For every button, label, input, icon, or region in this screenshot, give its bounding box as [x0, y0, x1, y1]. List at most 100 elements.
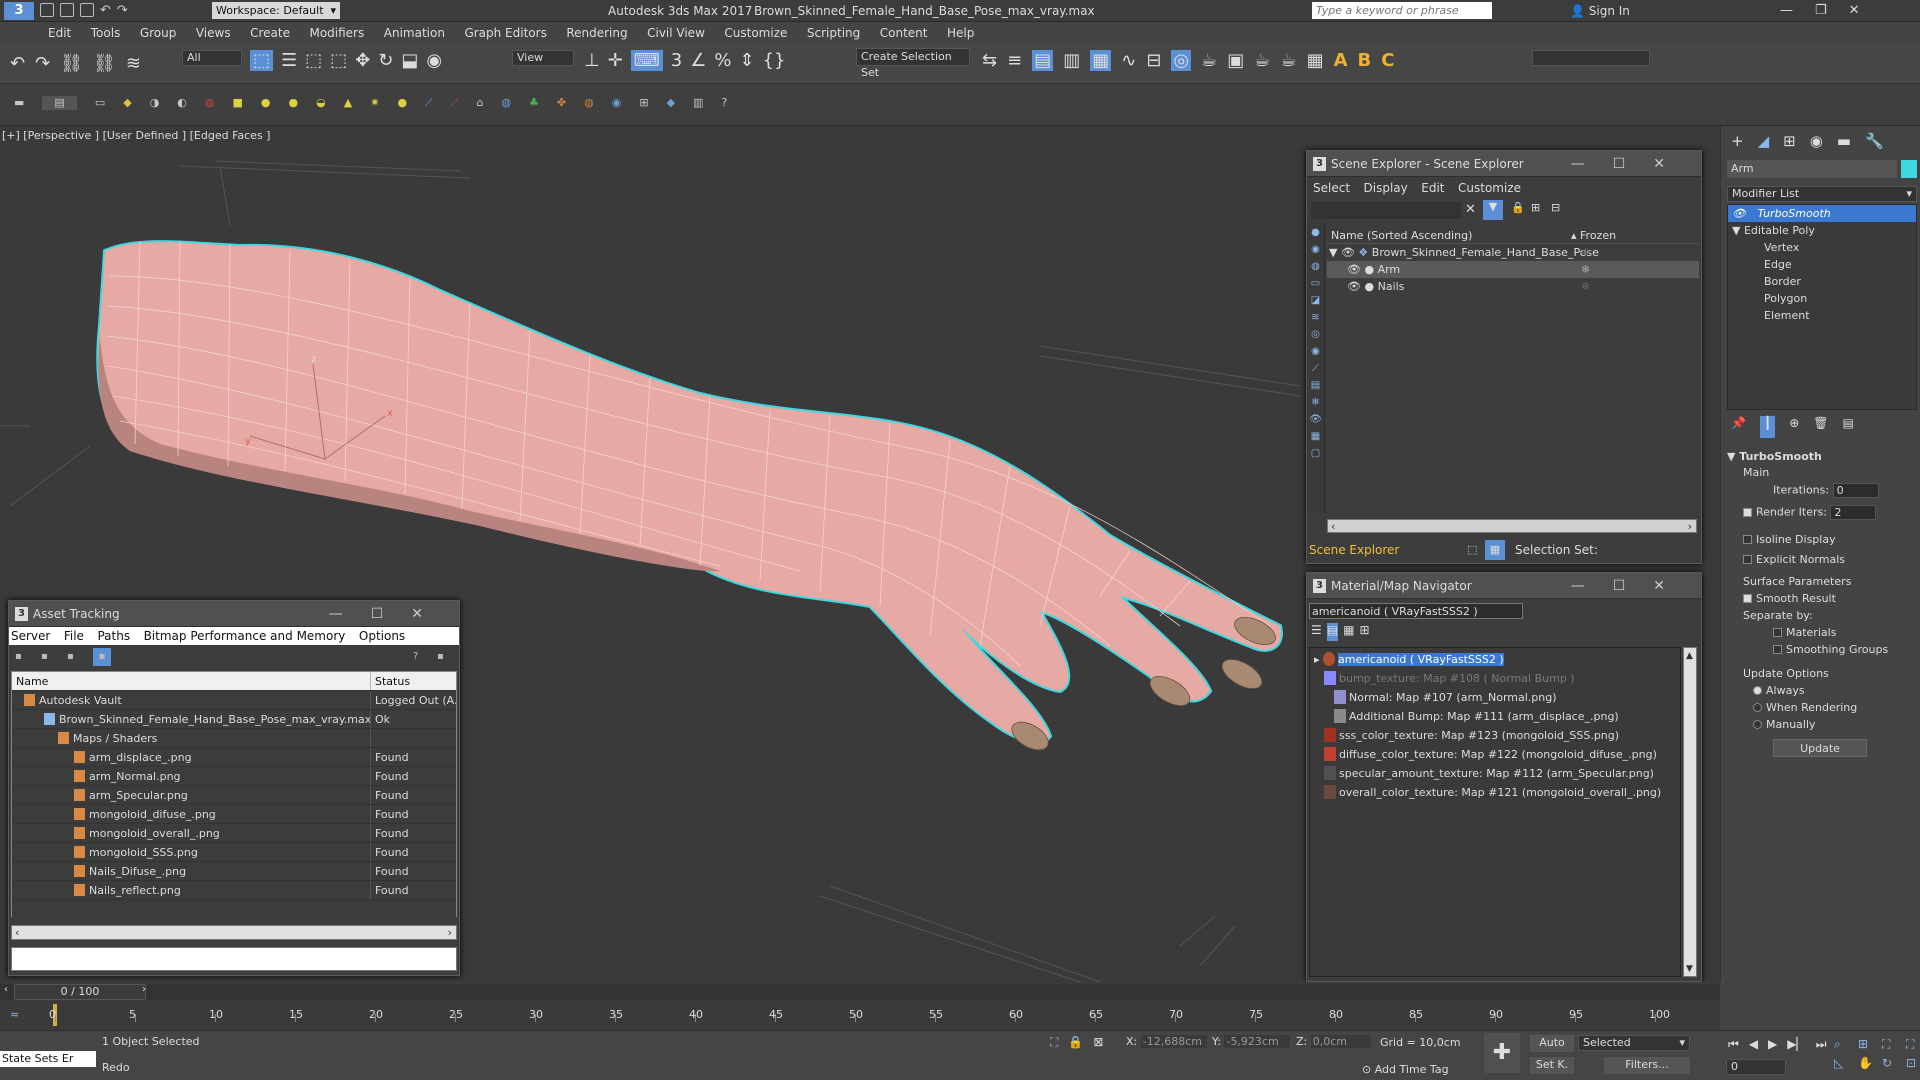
map-node[interactable]: diffuse_color_texture: Map #122 (mongolo… — [1310, 745, 1680, 764]
selection-lock-icon[interactable]: 🔒 — [1068, 1035, 1083, 1050]
subobject-border[interactable]: Border — [1728, 273, 1916, 290]
tool-icon-10[interactable]: ● — [289, 96, 299, 110]
render-production-icon[interactable]: ☕ — [1254, 50, 1270, 71]
keyboard-shortcut-override-icon[interactable]: ⌨ — [630, 50, 663, 71]
scene-search-input[interactable] — [1311, 202, 1461, 219]
menu-display[interactable]: Display — [1364, 181, 1408, 195]
view-icon-3[interactable]: ▪ — [67, 651, 74, 662]
remove-modifier-icon[interactable]: 🗑 — [1813, 416, 1828, 438]
workspace-dropdown[interactable]: Workspace: Default ▾ — [212, 2, 340, 19]
rotate-icon[interactable]: ↻ — [378, 50, 393, 71]
make-unique-icon[interactable]: ⊕ — [1789, 416, 1799, 438]
sort-icon[interactable]: ⊟ — [1551, 201, 1560, 214]
tool-icon-5[interactable]: ◑ — [150, 96, 160, 110]
scene-explorer-icon[interactable]: ▦ — [1090, 50, 1112, 71]
display-helpers-icon[interactable]: ◪ — [1311, 295, 1320, 306]
percent-snap-icon[interactable]: % — [714, 50, 731, 71]
reference-coordinate-dropdown[interactable]: View — [512, 50, 574, 66]
subobject-element[interactable]: Element — [1728, 307, 1916, 324]
menu-create[interactable]: Create — [250, 26, 290, 40]
maximize-icon[interactable]: ☐ — [1613, 156, 1654, 172]
auto-key-button[interactable]: Auto — [1530, 1035, 1574, 1052]
snaps-toggle-icon[interactable]: 3 — [671, 50, 682, 71]
manually-radio[interactable] — [1753, 720, 1762, 729]
play-icon[interactable]: ▶ — [1768, 1037, 1777, 1052]
tool-icon-16[interactable]: ⟋ — [451, 96, 459, 110]
frozen-icon[interactable]: ❄ — [1581, 261, 1590, 278]
close-icon[interactable]: ✕ — [1653, 578, 1693, 594]
render-iters-checkbox[interactable] — [1743, 507, 1752, 517]
display-cameras-icon[interactable]: ▭ — [1311, 278, 1320, 289]
select-object-icon[interactable]: ⬚ — [250, 50, 274, 71]
material-editor-icon[interactable]: ◎ — [1171, 50, 1192, 71]
scale-icon[interactable]: ⬓ — [401, 50, 418, 71]
table-row[interactable]: arm_Specular.png Found — [12, 786, 456, 805]
curve-editor-icon[interactable]: ∿ — [1121, 50, 1136, 71]
hierarchy-tab-icon[interactable]: ⊞ — [1783, 132, 1796, 154]
column-frozen[interactable]: ▴ Frozen — [1571, 227, 1616, 244]
tool-icon-19[interactable]: ♣ — [529, 96, 539, 110]
subobject-edge[interactable]: Edge — [1728, 256, 1916, 273]
window-crossing-icon[interactable]: ⬚ — [330, 50, 347, 71]
tree-item-arm[interactable]: 👁 ● Arm ❄ — [1327, 261, 1699, 278]
tool-icon-11[interactable]: ◒ — [316, 96, 326, 110]
display-all-icon[interactable]: ▦ — [1311, 431, 1320, 442]
create-tab-icon[interactable]: + — [1731, 132, 1744, 154]
toolbar-dropdown[interactable] — [1532, 50, 1650, 66]
coord-y-field[interactable]: -5,923cm — [1224, 1035, 1291, 1048]
when-rendering-radio[interactable] — [1753, 703, 1762, 712]
layers-icon[interactable]: ⬚ — [1467, 537, 1477, 563]
menu-select[interactable]: Select — [1313, 181, 1350, 195]
stack-item-editable-poly[interactable]: ▼ Editable Poly — [1728, 222, 1916, 239]
menu-customize[interactable]: Customize — [1458, 181, 1521, 195]
menu-animation[interactable]: Animation — [384, 26, 445, 40]
horizontal-scrollbar[interactable]: ‹ › — [11, 925, 457, 940]
toggle-ribbon-icon[interactable]: ▥ — [1063, 50, 1080, 71]
material-navigator-titlebar[interactable]: 3 Material/Map Navigator —☐✕ — [1307, 573, 1701, 599]
always-radio[interactable] — [1753, 686, 1762, 695]
table-row[interactable]: Maps / Shaders — [12, 729, 456, 748]
layer-explorer-icon[interactable]: ▤ — [1032, 50, 1054, 71]
menu-bitmap-performance[interactable]: Bitmap Performance and Memory — [144, 629, 346, 643]
eye-icon[interactable]: 👁 — [1327, 263, 1361, 276]
table-row[interactable]: Autodesk Vault Logged Out (A... — [12, 691, 456, 710]
state-sets-field[interactable]: State Sets Er — [0, 1051, 96, 1067]
coord-x-field[interactable]: -12,688cm — [1140, 1035, 1207, 1048]
view-small-icons-icon[interactable]: ▦ — [1343, 623, 1354, 641]
key-filter-dropdown[interactable]: Selected ▾ — [1578, 1035, 1690, 1051]
help-icon[interactable]: ? — [413, 651, 418, 662]
coord-z-field[interactable]: 0,0cm — [1310, 1035, 1371, 1048]
key-filters-button[interactable]: Filters... — [1604, 1057, 1690, 1074]
display-spacewarps-icon[interactable]: ≋ — [1311, 312, 1319, 323]
app-logo[interactable]: 3 — [4, 2, 34, 20]
lock-icon[interactable]: 🔒 — [1511, 201, 1525, 214]
pivot-center-icon[interactable]: ⊥ — [584, 50, 600, 71]
tool-icon-1[interactable]: ▬ — [14, 96, 24, 110]
tool-icon-17[interactable]: ⌂ — [476, 96, 483, 110]
tool-icon-18[interactable]: ◍ — [501, 96, 511, 110]
spinner-snap-icon[interactable]: ⇕ — [739, 50, 754, 71]
select-manipulate-icon[interactable]: ✛ — [608, 50, 623, 71]
filter-icon[interactable]: ▼ — [1483, 200, 1503, 220]
tool-icon-24[interactable]: ◆ — [667, 96, 675, 110]
scene-explorer-titlebar[interactable]: 3 Scene Explorer - Scene Explorer —☐✕ — [1307, 151, 1701, 177]
table-row[interactable]: mongoloid_difuse_.png Found — [12, 805, 456, 824]
iterations-spinner[interactable]: 0 — [1832, 483, 1879, 498]
tool-icon-12[interactable]: ▲ — [344, 96, 352, 110]
tool-icon-15[interactable]: ⟋ — [425, 96, 433, 110]
subobject-polygon[interactable]: Polygon — [1728, 290, 1916, 307]
previous-frame-icon[interactable]: ◀ — [1749, 1037, 1758, 1052]
scroll-right-icon[interactable]: › — [1688, 520, 1692, 533]
display-containers-icon[interactable]: ▤ — [1311, 380, 1320, 391]
clear-search-icon[interactable]: ✕ — [1465, 202, 1476, 217]
current-material-field[interactable]: americanoid ( VRayFastSSS2 ) — [1309, 603, 1523, 619]
tree-item-root[interactable]: ▼ 👁 ❖ Brown_Skinned_Female_Hand_Base_Pos… — [1327, 244, 1699, 261]
asset-tracking-titlebar[interactable]: 3 Asset Tracking —☐✕ — [9, 601, 459, 627]
menu-civil-view[interactable]: Civil View — [647, 26, 705, 40]
tool-icon-20[interactable]: ✤ — [557, 96, 566, 110]
undo-icon[interactable]: ↶ — [100, 3, 111, 18]
object-color-swatch[interactable] — [1901, 160, 1917, 178]
maximize-icon[interactable]: ☐ — [1613, 578, 1654, 594]
menu-group[interactable]: Group — [140, 26, 177, 40]
display-frozen-icon[interactable]: ❄ — [1311, 397, 1319, 408]
